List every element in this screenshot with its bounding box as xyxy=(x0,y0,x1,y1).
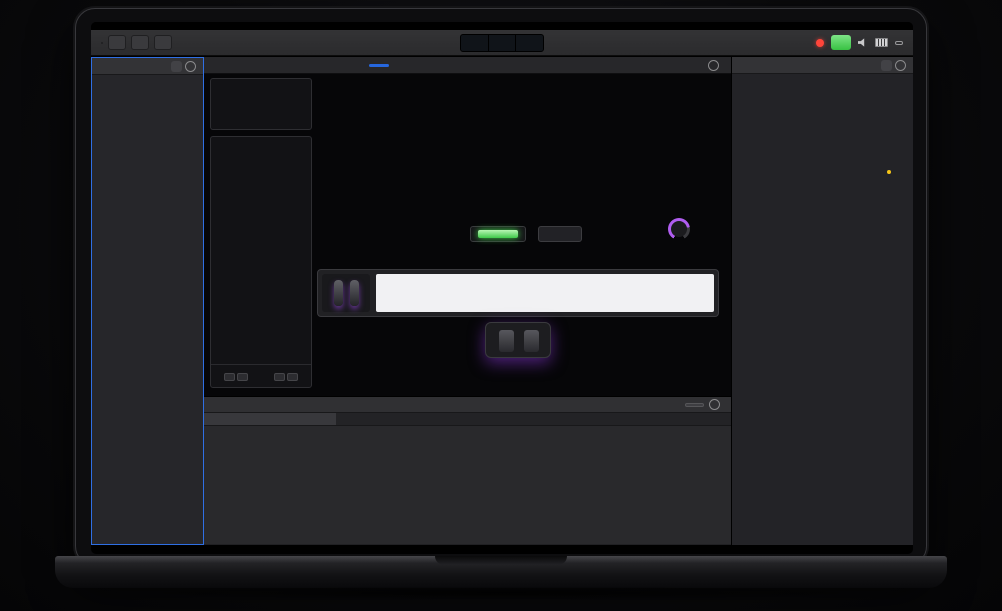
patch-list-panel xyxy=(91,57,204,545)
laptop-bezel xyxy=(75,8,927,566)
tuner-button[interactable] xyxy=(154,35,172,50)
main-area xyxy=(91,57,913,545)
patch-name-display[interactable] xyxy=(210,78,312,130)
pedal-unit xyxy=(485,322,551,358)
workspace-tabbar xyxy=(204,57,731,74)
patch-list-widget[interactable] xyxy=(210,136,312,388)
main-volume-knob[interactable] xyxy=(668,218,690,240)
loop-button[interactable] xyxy=(538,226,582,242)
set-prev-button[interactable] xyxy=(224,373,235,381)
play-pause-button[interactable] xyxy=(470,226,526,242)
patch-list-menu-icon[interactable] xyxy=(185,61,196,72)
automation-indicator xyxy=(887,170,891,174)
patch-settings-panel xyxy=(204,396,731,544)
library-columns xyxy=(204,426,731,544)
lcd-beat xyxy=(489,35,517,51)
strips-menu-icon[interactable] xyxy=(895,60,906,71)
pedal-right[interactable] xyxy=(524,330,539,352)
lcd-velocity xyxy=(516,35,543,51)
menu-strip xyxy=(91,22,913,30)
add-patch-button[interactable] xyxy=(171,61,182,72)
keyboard-section xyxy=(317,268,719,358)
patch-list-header xyxy=(92,58,203,75)
wheel-box xyxy=(322,274,370,312)
center-panel xyxy=(204,57,731,545)
play-button[interactable] xyxy=(831,35,851,50)
strips-body xyxy=(732,74,913,545)
main-toolbar xyxy=(91,30,913,56)
desktop-background xyxy=(0,0,1002,611)
pitch-wheel[interactable] xyxy=(334,280,343,306)
set-stepper xyxy=(224,372,248,381)
laptop-base xyxy=(55,556,947,588)
get-more-sounds-button[interactable] xyxy=(685,403,704,407)
piano-keys[interactable] xyxy=(376,274,714,312)
strips-row xyxy=(735,178,910,538)
pedal-left[interactable] xyxy=(499,330,514,352)
keyboard-icon[interactable] xyxy=(875,38,888,47)
patch-prev-button[interactable] xyxy=(274,373,285,381)
lcd-patch xyxy=(461,35,489,51)
channel-strips-header xyxy=(732,57,913,74)
widget-footer xyxy=(211,364,311,387)
widget-list xyxy=(211,142,311,364)
workspace xyxy=(204,74,731,396)
in-badge[interactable] xyxy=(895,41,903,45)
set-next-button[interactable] xyxy=(237,373,248,381)
tab-workspace[interactable] xyxy=(369,64,389,67)
help-button[interactable] xyxy=(131,35,149,50)
record-icon[interactable] xyxy=(816,39,824,47)
patch-settings-header xyxy=(204,397,731,413)
mod-wheel[interactable] xyxy=(350,280,359,306)
toolbar-right xyxy=(816,35,903,50)
speaker-icon[interactable] xyxy=(858,38,868,47)
patch-stepper xyxy=(274,372,298,381)
patch-settings-menu-icon[interactable] xyxy=(709,399,720,410)
mode-switcher xyxy=(101,42,103,44)
library-column-headers xyxy=(204,413,731,426)
laptop-screen xyxy=(91,22,913,554)
display-button[interactable] xyxy=(108,35,126,50)
patch-next-button[interactable] xyxy=(287,373,298,381)
patch-tree xyxy=(92,75,203,544)
lcd-display xyxy=(460,34,544,52)
keyboard-chassis xyxy=(317,269,719,317)
workspace-menu-icon[interactable] xyxy=(708,60,719,71)
tab-patch-library[interactable] xyxy=(204,413,336,425)
add-strip-button[interactable] xyxy=(881,60,892,71)
channel-strips-panel xyxy=(731,57,913,545)
